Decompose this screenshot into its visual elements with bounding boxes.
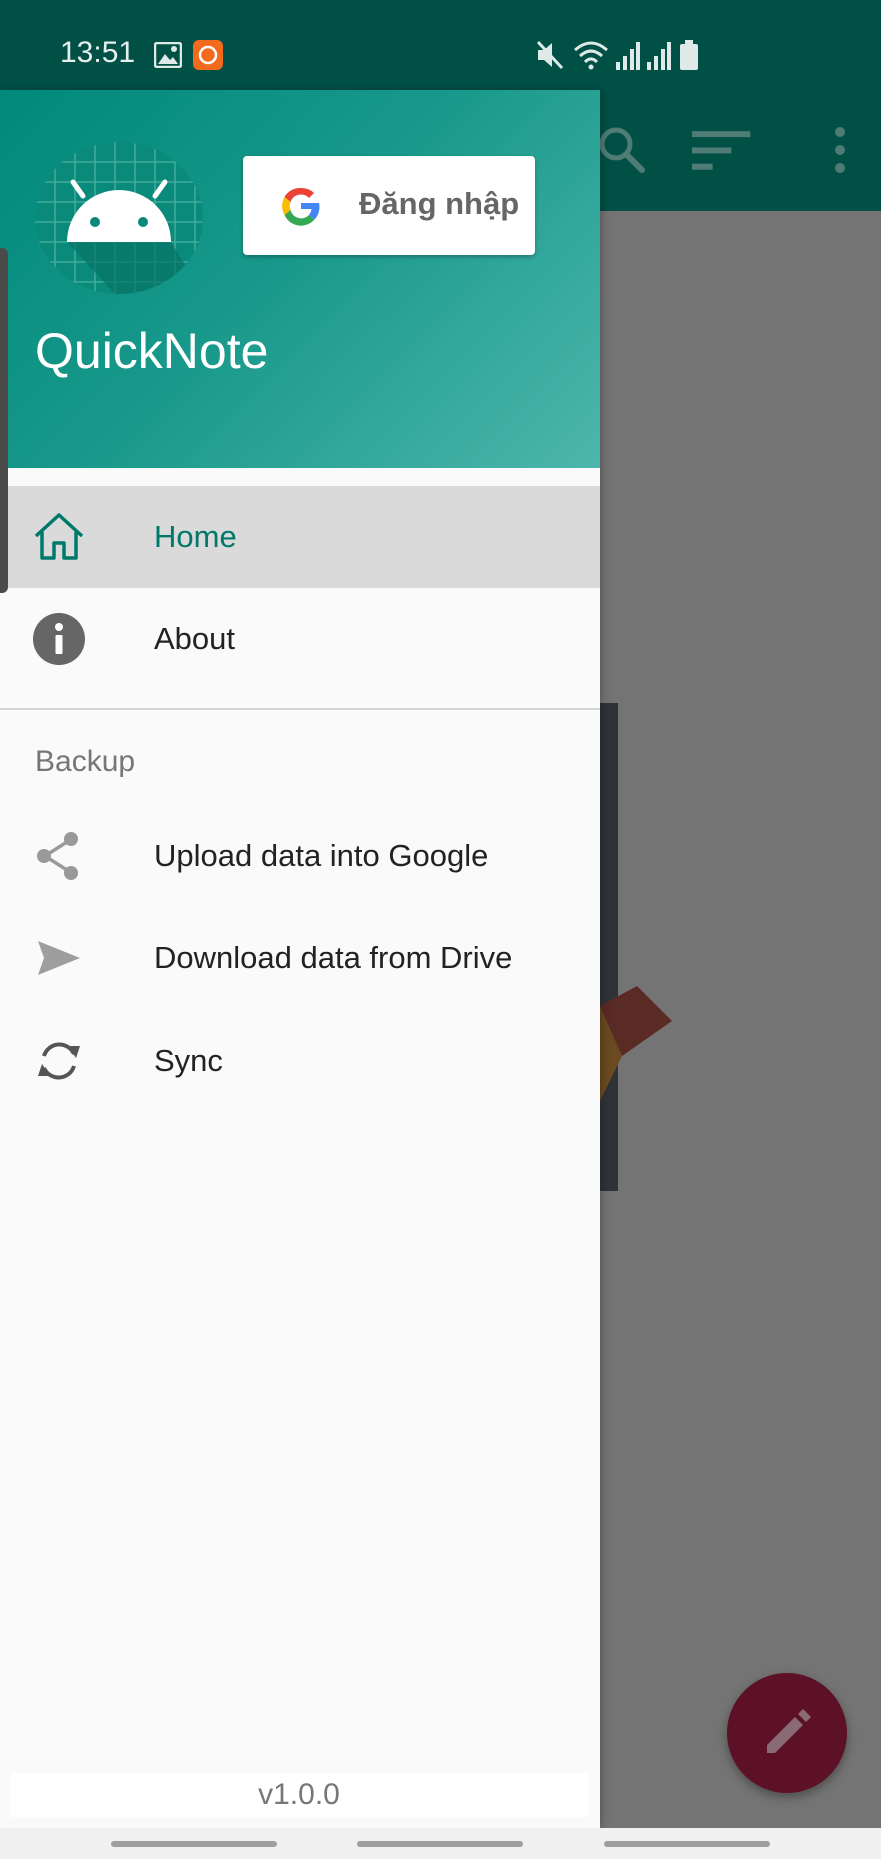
- google-signin-button[interactable]: Đăng nhập: [243, 156, 535, 255]
- nav-home-button[interactable]: [357, 1841, 523, 1847]
- nav-back-button[interactable]: [604, 1841, 770, 1847]
- nav-recents-button[interactable]: [111, 1841, 277, 1847]
- gallery-icon: [154, 42, 182, 68]
- menu-label-download: Download data from Drive: [154, 940, 513, 975]
- more-vert-icon[interactable]: [810, 120, 870, 180]
- home-icon: [34, 513, 84, 560]
- app-title: QuickNote: [35, 323, 269, 379]
- sync-icon: [38, 1042, 80, 1080]
- navigation-drawer: QuickNote Đăng nhập Home About Backup Up…: [0, 90, 600, 1828]
- menu-label-sync: Sync: [154, 1043, 223, 1078]
- sort-icon[interactable]: [692, 120, 752, 180]
- status-time: 13:51: [60, 36, 136, 69]
- menu-divider: [0, 708, 600, 710]
- battery-icon: [680, 40, 698, 70]
- edit-icon: [767, 1709, 811, 1753]
- wifi-icon: [574, 41, 608, 70]
- menu-label-about: About: [154, 621, 236, 656]
- search-icon[interactable]: [592, 120, 652, 180]
- version-label: v1.0.0: [258, 1778, 340, 1811]
- menu-item-upload[interactable]: Upload data into Google: [0, 805, 600, 907]
- version-footer: v1.0.0: [10, 1773, 588, 1817]
- send-icon: [38, 941, 80, 975]
- menu-item-about[interactable]: About: [0, 588, 600, 690]
- menu-item-sync[interactable]: Sync: [0, 1010, 600, 1112]
- menu-label-upload: Upload data into Google: [154, 838, 489, 873]
- share-icon: [37, 832, 78, 880]
- fab-edit-button[interactable]: [727, 1673, 847, 1793]
- signin-label: Đăng nhập: [359, 186, 520, 221]
- info-icon: [33, 613, 85, 665]
- status-bar: 13:51: [0, 0, 881, 90]
- signal-icon: [616, 42, 640, 70]
- drawer-header: QuickNote Đăng nhập: [0, 90, 600, 468]
- menu-label-home: Home: [154, 519, 237, 554]
- mute-icon: [536, 40, 564, 70]
- system-nav-bar: [0, 1828, 881, 1859]
- notification-app-icon: [193, 40, 223, 70]
- section-title-backup: Backup: [35, 745, 136, 778]
- signal-icon: [647, 42, 671, 70]
- google-icon: [282, 187, 320, 226]
- app-logo: [35, 142, 203, 294]
- menu-item-home[interactable]: Home: [0, 486, 600, 588]
- menu-item-download[interactable]: Download data from Drive: [0, 907, 600, 1009]
- edge-panel-handle[interactable]: [0, 248, 8, 593]
